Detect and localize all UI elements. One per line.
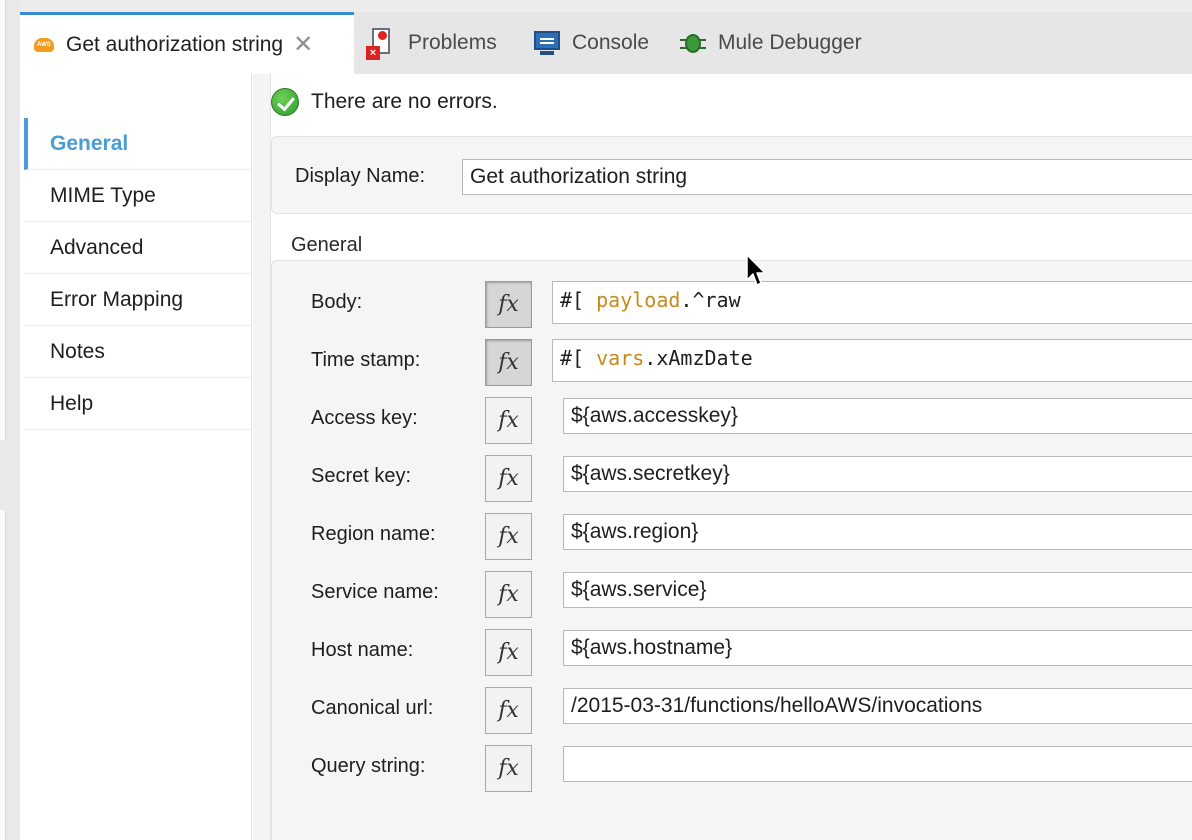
fx-toggle-service-name[interactable]: fx [485, 571, 532, 618]
console-icon [534, 31, 560, 55]
fx-toggle-canonical-url[interactable]: fx [485, 687, 532, 734]
expr-rest: .xAmzDate [644, 346, 753, 370]
fx-toggle-timestamp[interactable]: fx [485, 339, 532, 386]
query-string-label: Query string: [311, 755, 426, 777]
region-name-input[interactable]: ${aws.region} [563, 514, 1192, 550]
general-panel: There are no errors. Display Name: Get a… [271, 74, 1192, 840]
tab-label: Problems [408, 31, 497, 54]
secret-key-input[interactable]: ${aws.secretkey} [563, 456, 1192, 492]
display-name-label: Display Name: [295, 165, 426, 187]
tab-console[interactable]: Console [534, 12, 649, 74]
secret-key-label: Secret key: [311, 465, 412, 487]
mouse-cursor-icon [746, 254, 766, 286]
tab-problems[interactable]: × Problems [366, 12, 497, 74]
region-name-label: Region name: [311, 523, 436, 545]
tab-mule-debugger[interactable]: Mule Debugger [680, 12, 862, 74]
check-circle-icon [271, 88, 299, 116]
body-label: Body: [311, 291, 363, 313]
expr-rest: .^raw [680, 288, 741, 312]
fx-toggle-region-name[interactable]: fx [485, 513, 532, 560]
display-name-group: Display Name: Get authorization string [271, 136, 1192, 214]
timestamp-expression-input[interactable]: #[ vars.xAmzDate [552, 339, 1192, 382]
sidebar-nav: General MIME Type Advanced Error Mapping… [20, 74, 252, 840]
sidebar-item-general[interactable]: General [24, 118, 252, 170]
fx-toggle-secret-key[interactable]: fx [485, 455, 532, 502]
left-gutter [0, 0, 20, 840]
expr-keyword: vars [596, 346, 645, 370]
body-expression-input[interactable]: #[ payload.^raw [552, 281, 1192, 324]
expr-prefix: #[ [560, 288, 597, 312]
service-name-label: Service name: [311, 581, 439, 603]
editor-tab-bar: AWS Get authorization string ✕ × Problem… [20, 12, 1192, 74]
gutter-strip-bottom [0, 510, 6, 840]
expr-keyword: payload [596, 288, 681, 312]
fx-toggle-host-name[interactable]: fx [485, 629, 532, 676]
tab-label: Console [572, 31, 650, 54]
aws-icon: AWS [34, 37, 54, 52]
sidebar-item-error-mapping[interactable]: Error Mapping [24, 274, 252, 326]
display-name-input[interactable]: Get authorization string [462, 159, 1192, 195]
tab-label: Mule Debugger [718, 31, 862, 54]
access-key-label: Access key: [311, 407, 418, 429]
status-message: There are no errors. [311, 90, 498, 113]
general-fields-group: Body: fx #[ payload.^raw Time stamp: fx … [271, 260, 1192, 840]
validation-status: There are no errors. [271, 86, 498, 118]
splitter[interactable] [253, 74, 271, 840]
expr-prefix: #[ [560, 346, 597, 370]
properties-editor: General MIME Type Advanced Error Mapping… [20, 74, 1192, 840]
problems-icon: × [366, 26, 396, 60]
tab-label: Get authorization string [66, 32, 284, 56]
fx-toggle-query-string[interactable]: fx [485, 745, 532, 792]
canonical-url-input[interactable]: /2015-03-31/functions/helloAWS/invocatio… [563, 688, 1192, 724]
bug-icon [680, 30, 706, 56]
fx-toggle-body[interactable]: fx [485, 281, 532, 328]
query-string-input[interactable] [563, 746, 1192, 782]
section-title: General [291, 234, 363, 256]
sidebar-item-advanced[interactable]: Advanced [24, 222, 252, 274]
access-key-input[interactable]: ${aws.accesskey} [563, 398, 1192, 434]
close-icon[interactable]: ✕ [293, 32, 313, 57]
tab-get-authorization-string[interactable]: AWS Get authorization string ✕ [20, 12, 354, 74]
fx-toggle-access-key[interactable]: fx [485, 397, 532, 444]
host-name-input[interactable]: ${aws.hostname} [563, 630, 1192, 666]
sidebar-item-mime-type[interactable]: MIME Type [24, 170, 252, 222]
sidebar-item-notes[interactable]: Notes [24, 326, 252, 378]
timestamp-label: Time stamp: [311, 349, 421, 371]
service-name-input[interactable]: ${aws.service} [563, 572, 1192, 608]
canonical-url-label: Canonical url: [311, 697, 434, 719]
sidebar-item-help[interactable]: Help [24, 378, 252, 430]
host-name-label: Host name: [311, 639, 414, 661]
gutter-strip-top [0, 0, 6, 440]
